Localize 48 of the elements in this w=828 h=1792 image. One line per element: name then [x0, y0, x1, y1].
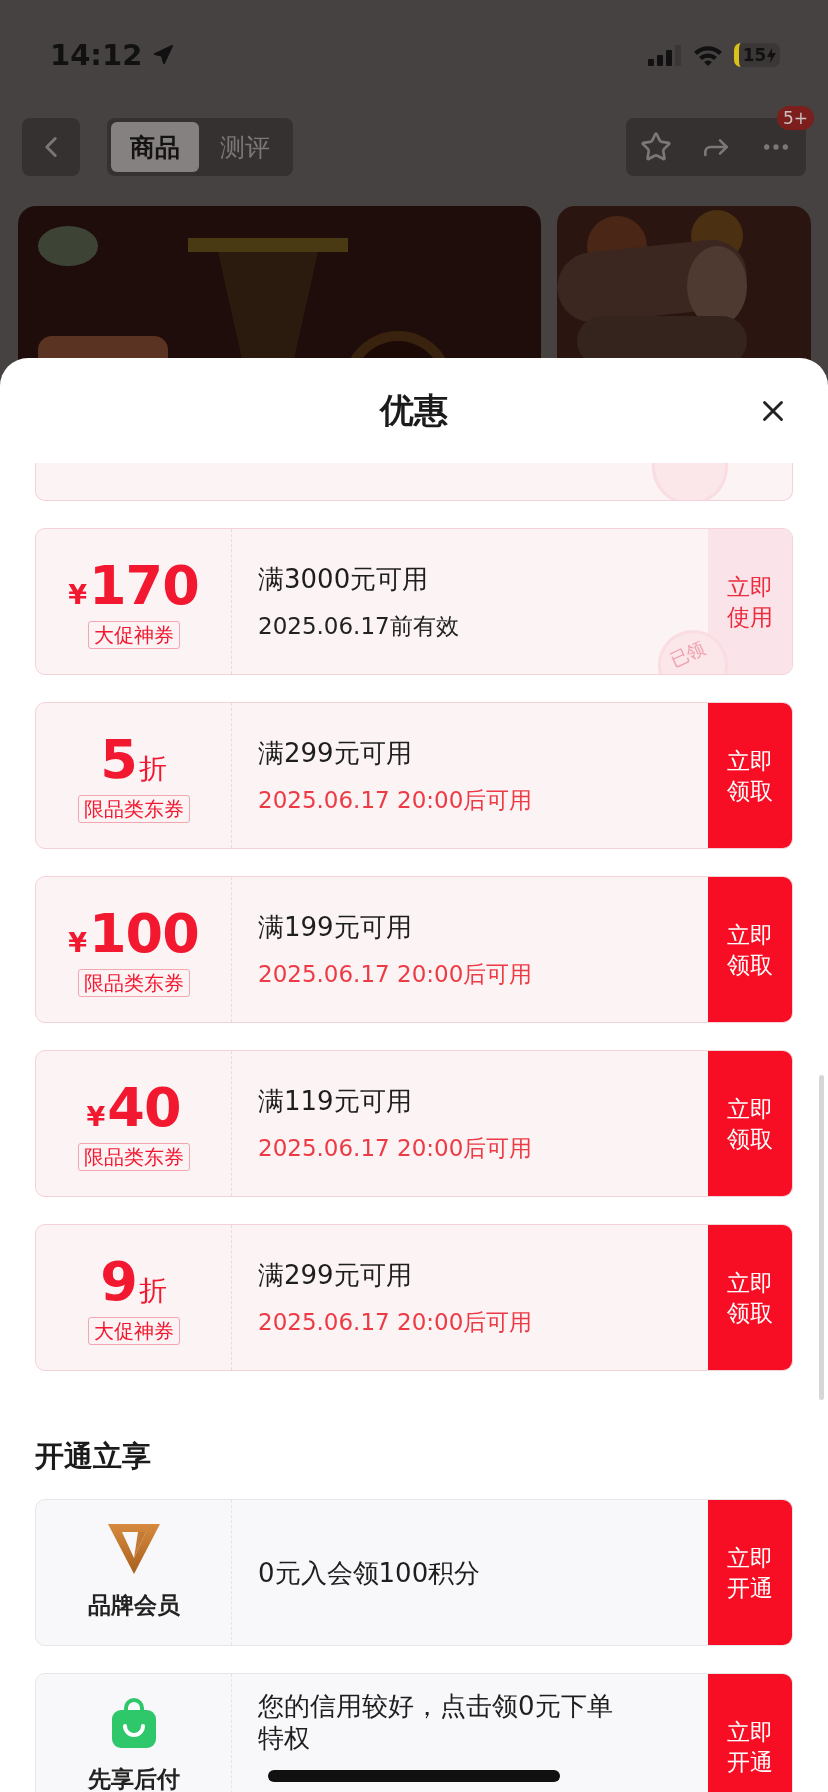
coupon-tag: 限品类东券 — [77, 969, 190, 997]
coupon-amount: 170 — [89, 554, 199, 617]
activate-button[interactable]: 立即开通 — [708, 1500, 792, 1645]
back-button[interactable] — [22, 118, 80, 176]
offer-text: 0元入会领100积分 — [258, 1556, 482, 1589]
charging-bolt-icon — [767, 47, 777, 63]
discount-value: 5 — [100, 728, 137, 791]
currency-sign: ¥ — [86, 1101, 106, 1132]
signal-icon — [648, 44, 682, 66]
coupon-action-button[interactable]: 立即领取 — [708, 703, 792, 848]
currency-sign: ¥ — [68, 927, 88, 958]
coupon-action-button[interactable]: 立即领取 — [708, 877, 792, 1022]
discount-unit: 折 — [138, 1273, 167, 1309]
tab[interactable]: 测评 — [201, 122, 289, 172]
coupon-tag: 大促神券 — [87, 1317, 180, 1345]
coupon-condition: 满199元可用 — [258, 910, 413, 944]
notification-badge: 5+ — [776, 106, 814, 130]
coupon-validity: 2025.06.17 20:00后可用 — [258, 1133, 534, 1163]
coupon-validity: 2025.06.17前有效 — [258, 611, 460, 641]
coupon-action-button[interactable]: 立即领取 — [708, 1225, 792, 1370]
offer-label: 品牌会员 — [87, 1591, 180, 1620]
discount-unit: 折 — [138, 751, 167, 787]
tab[interactable]: 商品 — [111, 122, 199, 172]
coupon-tag: 限品类东券 — [77, 1143, 190, 1171]
coupon-condition: 满3000元可用 — [258, 562, 430, 596]
coupon-validity: 2025.06.17 20:00后可用 — [258, 1307, 534, 1337]
coupon-validity: 2025.06.17 20:00后可用 — [258, 959, 534, 989]
sheet-title: 优惠 — [380, 388, 448, 432]
section-title: 开通立享 — [35, 1438, 152, 1475]
location-arrow-icon — [152, 44, 175, 66]
offer-label: 先享后付 — [87, 1765, 180, 1792]
offer-text: 您的信用较好，点击领0元下单特权 — [258, 1690, 614, 1754]
coupon-amount: 40 — [107, 1076, 181, 1139]
wifi-icon — [692, 43, 724, 67]
coupon-condition: 满299元可用 — [258, 736, 413, 770]
coupon-amount: 100 — [89, 902, 199, 965]
coupon-tag: 限品类东券 — [77, 795, 190, 823]
coupon-condition: 满119元可用 — [258, 1084, 413, 1118]
activate-button[interactable]: 立即开通 — [708, 1674, 792, 1792]
coupon-validity: 2025.06.17 20:00后可用 — [258, 785, 534, 815]
coupon-action-button[interactable]: 立即领取 — [708, 1051, 792, 1196]
discount-value: 9 — [100, 1250, 137, 1313]
coupon-tag: 大促神券 — [87, 621, 180, 649]
shopping-bag-icon — [111, 1698, 156, 1748]
currency-sign: ¥ — [68, 579, 88, 610]
v-logo-icon — [107, 1524, 160, 1574]
coupon-condition: 满299元可用 — [258, 1258, 413, 1292]
coupon-action-button[interactable]: 立即使用 — [708, 529, 792, 674]
